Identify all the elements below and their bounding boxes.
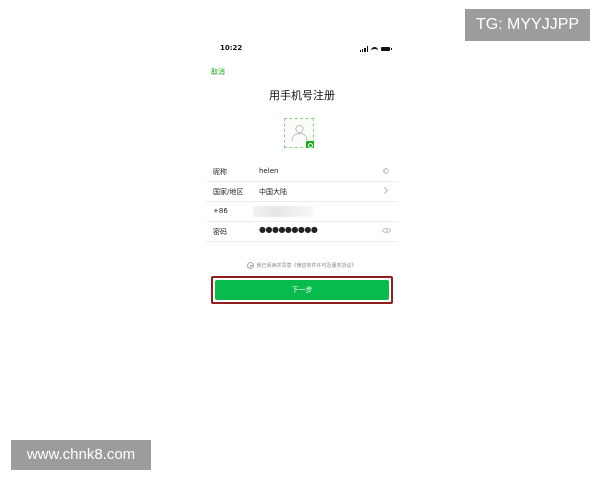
wifi-icon — [371, 46, 378, 52]
status-time: 10:22 — [220, 44, 243, 52]
country-code-label: +86 — [213, 207, 228, 215]
nickname-row: 昵称 helen — [206, 162, 398, 182]
page-title: 用手机号注册 — [269, 89, 335, 102]
nickname-label: 昵称 — [213, 168, 227, 176]
highlight-frame: 下一步 — [211, 276, 393, 304]
status-icons — [359, 45, 392, 53]
agreement-text: 我已阅读并同意《微信软件许可及服务协议》 — [256, 263, 357, 269]
password-row: 密码 ●●●●●●●●● — [206, 222, 398, 242]
password-label: 密码 — [213, 228, 227, 236]
chevron-right-icon[interactable] — [380, 186, 389, 195]
password-input[interactable]: ●●●●●●●●● — [259, 225, 318, 234]
cancel-button[interactable]: 取消 — [211, 67, 225, 77]
nickname-input[interactable]: helen — [259, 167, 278, 175]
page: TG: MYYJJPP 10:22 取消 用手机号注册 昵称 helen 国家/… — [0, 0, 600, 480]
registration-form: 昵称 helen 国家/地区 中国大陆 +86 密码 ●●●●●●●●● — [206, 162, 398, 242]
checkbox-icon[interactable] — [247, 262, 255, 269]
region-label: 国家/地区 — [213, 188, 244, 196]
camera-icon — [306, 141, 314, 148]
phone-input[interactable] — [253, 206, 313, 217]
user-avatar-icon — [291, 124, 308, 142]
phone-screen: 10:22 取消 用手机号注册 昵称 helen 国家/地区 中国大陆 +86 … — [206, 38, 398, 308]
status-bar: 10:22 — [206, 44, 398, 56]
region-value[interactable]: 中国大陆 — [259, 187, 287, 197]
battery-icon — [381, 47, 392, 51]
next-button[interactable]: 下一步 — [215, 280, 389, 300]
watermark-top: TG: MYYJJPP — [465, 9, 590, 41]
signal-icon — [359, 46, 368, 52]
phone-row: +86 — [206, 202, 398, 222]
eye-icon[interactable] — [382, 228, 391, 233]
avatar-upload[interactable] — [284, 118, 314, 148]
agreement-checkbox[interactable]: 我已阅读并同意《微信软件许可及服务协议》 — [206, 262, 398, 269]
region-row[interactable]: 国家/地区 中国大陆 — [206, 182, 398, 202]
clear-icon[interactable] — [383, 168, 389, 174]
watermark-bottom: www.chnk8.com — [11, 440, 151, 470]
